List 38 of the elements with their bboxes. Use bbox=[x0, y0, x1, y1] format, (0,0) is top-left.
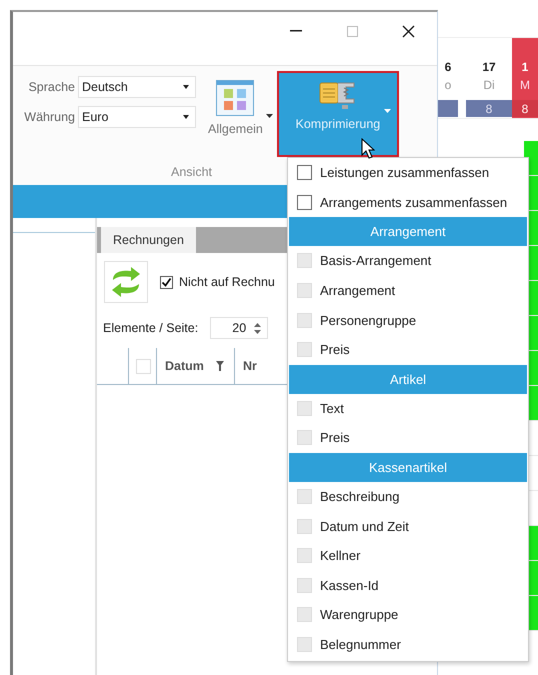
field-label: Sprache bbox=[27, 80, 75, 94]
caret-icon bbox=[266, 114, 273, 118]
caret-icon bbox=[183, 115, 189, 119]
menu-item[interactable]: Leistungen zusammenfassen bbox=[288, 158, 528, 188]
menu-section-header: Kassenartikel bbox=[289, 452, 527, 482]
checkbox-label: Nicht auf Rechnu bbox=[179, 275, 275, 289]
weekday-label: o bbox=[444, 78, 452, 94]
close-icon bbox=[402, 24, 414, 38]
maximize-icon bbox=[346, 26, 358, 36]
column-header[interactable]: Nr bbox=[243, 359, 257, 373]
ribbon-button[interactable]: Allgemein bbox=[202, 76, 269, 161]
page-size-label: Elemente / Seite: bbox=[103, 321, 198, 335]
checkbox[interactable] bbox=[160, 276, 173, 288]
tiles-icon bbox=[216, 80, 254, 116]
weekday-label: Di bbox=[483, 78, 495, 94]
filter-icon[interactable] bbox=[216, 361, 224, 371]
day-number: 1 bbox=[522, 59, 528, 76]
dropdown-field[interactable]: Deutsch bbox=[78, 76, 196, 98]
day-number: 17 bbox=[482, 59, 496, 76]
day-count: 8 bbox=[512, 100, 538, 117]
menu-section-header: Arrangement bbox=[289, 217, 527, 246]
menu-item[interactable]: Arrangements zusammenfassen bbox=[288, 188, 528, 218]
group-label: Ansicht bbox=[171, 164, 212, 179]
tab[interactable]: Rechnungen bbox=[101, 227, 196, 253]
day-count: 8 bbox=[466, 100, 512, 117]
spinner-arrows-icon bbox=[254, 322, 262, 334]
day-count bbox=[438, 100, 458, 117]
column-header[interactable]: Datum bbox=[165, 359, 204, 373]
select-all-checkbox[interactable] bbox=[136, 358, 151, 374]
field-label: Währung bbox=[23, 110, 75, 124]
caret-icon bbox=[384, 109, 391, 113]
dropdown-field[interactable]: Euro bbox=[78, 106, 196, 128]
menu-section-header: Artikel bbox=[289, 364, 527, 394]
page-size-spinner[interactable]: 20 bbox=[210, 317, 268, 339]
weekday-label: M bbox=[520, 78, 530, 94]
caret-icon bbox=[183, 85, 189, 89]
minimize-icon bbox=[290, 30, 302, 32]
day-number: 6 bbox=[444, 59, 452, 76]
